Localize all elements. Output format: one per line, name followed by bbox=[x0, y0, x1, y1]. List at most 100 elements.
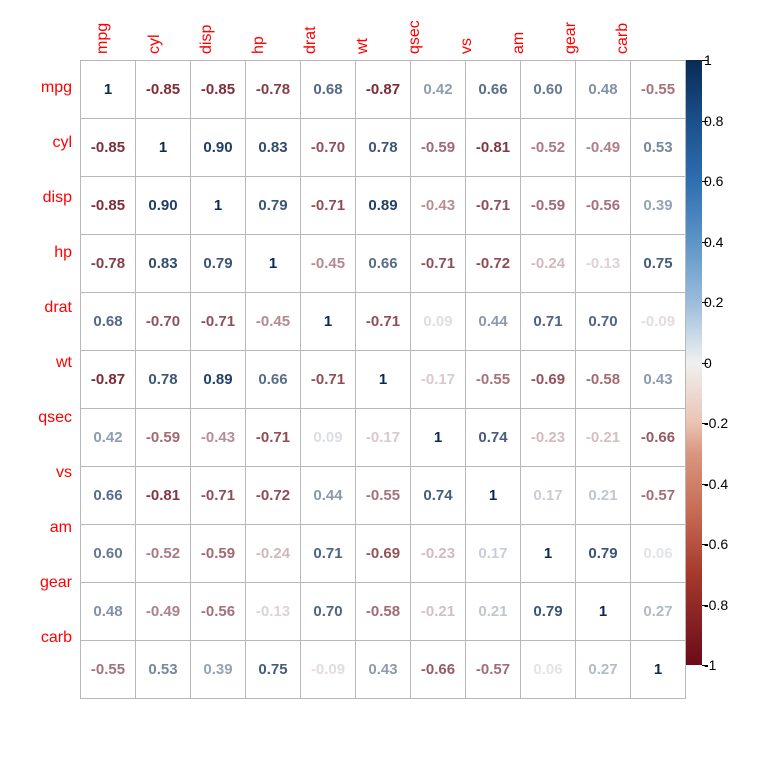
cell-cyl-vs: -0.81 bbox=[466, 119, 521, 177]
cell-qsec-hp: -0.71 bbox=[246, 409, 301, 467]
cell-qsec-vs: 0.74 bbox=[466, 409, 521, 467]
cell-drat-vs: 0.44 bbox=[466, 293, 521, 351]
cell-carb-vs: -0.57 bbox=[466, 641, 521, 699]
table-row: -0.850.9010.79-0.710.89-0.43-0.71-0.59-0… bbox=[81, 177, 686, 235]
cell-disp-hp: 0.79 bbox=[246, 177, 301, 235]
cell-mpg-carb: -0.55 bbox=[631, 61, 686, 119]
col-label-gear: gear bbox=[548, 36, 600, 54]
cell-cyl-gear: -0.49 bbox=[576, 119, 631, 177]
cell-qsec-wt: -0.17 bbox=[356, 409, 411, 467]
cell-mpg-vs: 0.66 bbox=[466, 61, 521, 119]
cell-disp-carb: 0.39 bbox=[631, 177, 686, 235]
cell-hp-carb: 0.75 bbox=[631, 235, 686, 293]
cell-vs-vs: 1 bbox=[466, 467, 521, 525]
cell-drat-drat: 1 bbox=[301, 293, 356, 351]
cell-vs-gear: 0.21 bbox=[576, 467, 631, 525]
chart-root: mpgcyldisphpdratwtqsecvsamgearcarb mpgcy… bbox=[0, 0, 768, 768]
cell-drat-hp: -0.45 bbox=[246, 293, 301, 351]
cell-carb-drat: -0.09 bbox=[301, 641, 356, 699]
cell-gear-carb: 0.27 bbox=[631, 583, 686, 641]
cell-gear-hp: -0.13 bbox=[246, 583, 301, 641]
cell-vs-hp: -0.72 bbox=[246, 467, 301, 525]
cell-carb-hp: 0.75 bbox=[246, 641, 301, 699]
col-label-drat: drat bbox=[288, 36, 340, 54]
table-row: 0.68-0.70-0.71-0.451-0.710.090.440.710.7… bbox=[81, 293, 686, 351]
cell-cyl-wt: 0.78 bbox=[356, 119, 411, 177]
cell-wt-drat: -0.71 bbox=[301, 351, 356, 409]
cell-am-mpg: 0.60 bbox=[81, 525, 136, 583]
cell-carb-am: 0.06 bbox=[521, 641, 576, 699]
cell-drat-wt: -0.71 bbox=[356, 293, 411, 351]
colorbar-tick-label: 1 bbox=[704, 52, 712, 68]
cell-carb-carb: 1 bbox=[631, 641, 686, 699]
cell-am-disp: -0.59 bbox=[191, 525, 246, 583]
table-row: 0.42-0.59-0.43-0.710.09-0.1710.74-0.23-0… bbox=[81, 409, 686, 467]
colorbar-tick-labels: 10.80.60.40.20-0.2-0.4-0.6-0.8-1 bbox=[704, 60, 744, 665]
cell-wt-mpg: -0.87 bbox=[81, 351, 136, 409]
cell-qsec-gear: -0.21 bbox=[576, 409, 631, 467]
colorbar-tick-label: 0 bbox=[704, 355, 712, 371]
colorbar-tick-label: 0.2 bbox=[704, 294, 723, 310]
table-row: -0.870.780.890.66-0.711-0.17-0.55-0.69-0… bbox=[81, 351, 686, 409]
row-label-drat: drat bbox=[30, 280, 78, 335]
col-label-text: wt bbox=[354, 38, 372, 54]
cell-wt-wt: 1 bbox=[356, 351, 411, 409]
row-labels: mpgcyldisphpdratwtqsecvsamgearcarb bbox=[30, 60, 78, 665]
cell-cyl-disp: 0.90 bbox=[191, 119, 246, 177]
col-label-disp: disp bbox=[184, 36, 236, 54]
cell-hp-am: -0.24 bbox=[521, 235, 576, 293]
cell-wt-disp: 0.89 bbox=[191, 351, 246, 409]
cell-drat-mpg: 0.68 bbox=[81, 293, 136, 351]
cell-mpg-cyl: -0.85 bbox=[136, 61, 191, 119]
colorbar-gradient bbox=[686, 60, 702, 665]
cell-gear-cyl: -0.49 bbox=[136, 583, 191, 641]
cell-drat-carb: -0.09 bbox=[631, 293, 686, 351]
row-label-mpg: mpg bbox=[30, 60, 78, 115]
col-label-text: vs bbox=[458, 38, 476, 54]
cell-cyl-drat: -0.70 bbox=[301, 119, 356, 177]
cell-wt-qsec: -0.17 bbox=[411, 351, 466, 409]
correlation-table: 1-0.85-0.85-0.780.68-0.870.420.660.600.4… bbox=[80, 60, 686, 699]
cell-am-carb: 0.06 bbox=[631, 525, 686, 583]
heatmap-grid: 1-0.85-0.85-0.780.68-0.870.420.660.600.4… bbox=[80, 60, 652, 665]
cell-qsec-drat: 0.09 bbox=[301, 409, 356, 467]
cell-carb-cyl: 0.53 bbox=[136, 641, 191, 699]
cell-cyl-hp: 0.83 bbox=[246, 119, 301, 177]
cell-disp-cyl: 0.90 bbox=[136, 177, 191, 235]
cell-gear-drat: 0.70 bbox=[301, 583, 356, 641]
col-label-carb: carb bbox=[600, 36, 652, 54]
cell-gear-am: 0.79 bbox=[521, 583, 576, 641]
cell-am-drat: 0.71 bbox=[301, 525, 356, 583]
cell-cyl-qsec: -0.59 bbox=[411, 119, 466, 177]
cell-mpg-gear: 0.48 bbox=[576, 61, 631, 119]
cell-hp-drat: -0.45 bbox=[301, 235, 356, 293]
colorbar-tick-label: -1 bbox=[704, 657, 716, 673]
cell-wt-hp: 0.66 bbox=[246, 351, 301, 409]
col-label-text: disp bbox=[198, 25, 216, 54]
cell-am-gear: 0.79 bbox=[576, 525, 631, 583]
table-row: 1-0.85-0.85-0.780.68-0.870.420.660.600.4… bbox=[81, 61, 686, 119]
cell-wt-cyl: 0.78 bbox=[136, 351, 191, 409]
row-label-am: am bbox=[30, 500, 78, 555]
col-label-vs: vs bbox=[444, 36, 496, 54]
row-label-vs: vs bbox=[30, 445, 78, 500]
cell-disp-drat: -0.71 bbox=[301, 177, 356, 235]
cell-hp-wt: 0.66 bbox=[356, 235, 411, 293]
cell-hp-gear: -0.13 bbox=[576, 235, 631, 293]
cell-vs-am: 0.17 bbox=[521, 467, 576, 525]
col-label-wt: wt bbox=[340, 36, 392, 54]
col-label-text: mpg bbox=[94, 23, 112, 54]
cell-am-hp: -0.24 bbox=[246, 525, 301, 583]
row-label-disp: disp bbox=[30, 170, 78, 225]
cell-hp-disp: 0.79 bbox=[191, 235, 246, 293]
cell-drat-qsec: 0.09 bbox=[411, 293, 466, 351]
cell-carb-qsec: -0.66 bbox=[411, 641, 466, 699]
cell-gear-disp: -0.56 bbox=[191, 583, 246, 641]
table-row: 0.66-0.81-0.71-0.720.44-0.550.7410.170.2… bbox=[81, 467, 686, 525]
table-row: 0.60-0.52-0.59-0.240.71-0.69-0.230.1710.… bbox=[81, 525, 686, 583]
cell-disp-disp: 1 bbox=[191, 177, 246, 235]
table-row: -0.780.830.791-0.450.66-0.71-0.72-0.24-0… bbox=[81, 235, 686, 293]
col-label-text: drat bbox=[302, 26, 320, 54]
cell-disp-am: -0.59 bbox=[521, 177, 576, 235]
col-label-text: hp bbox=[250, 36, 268, 54]
